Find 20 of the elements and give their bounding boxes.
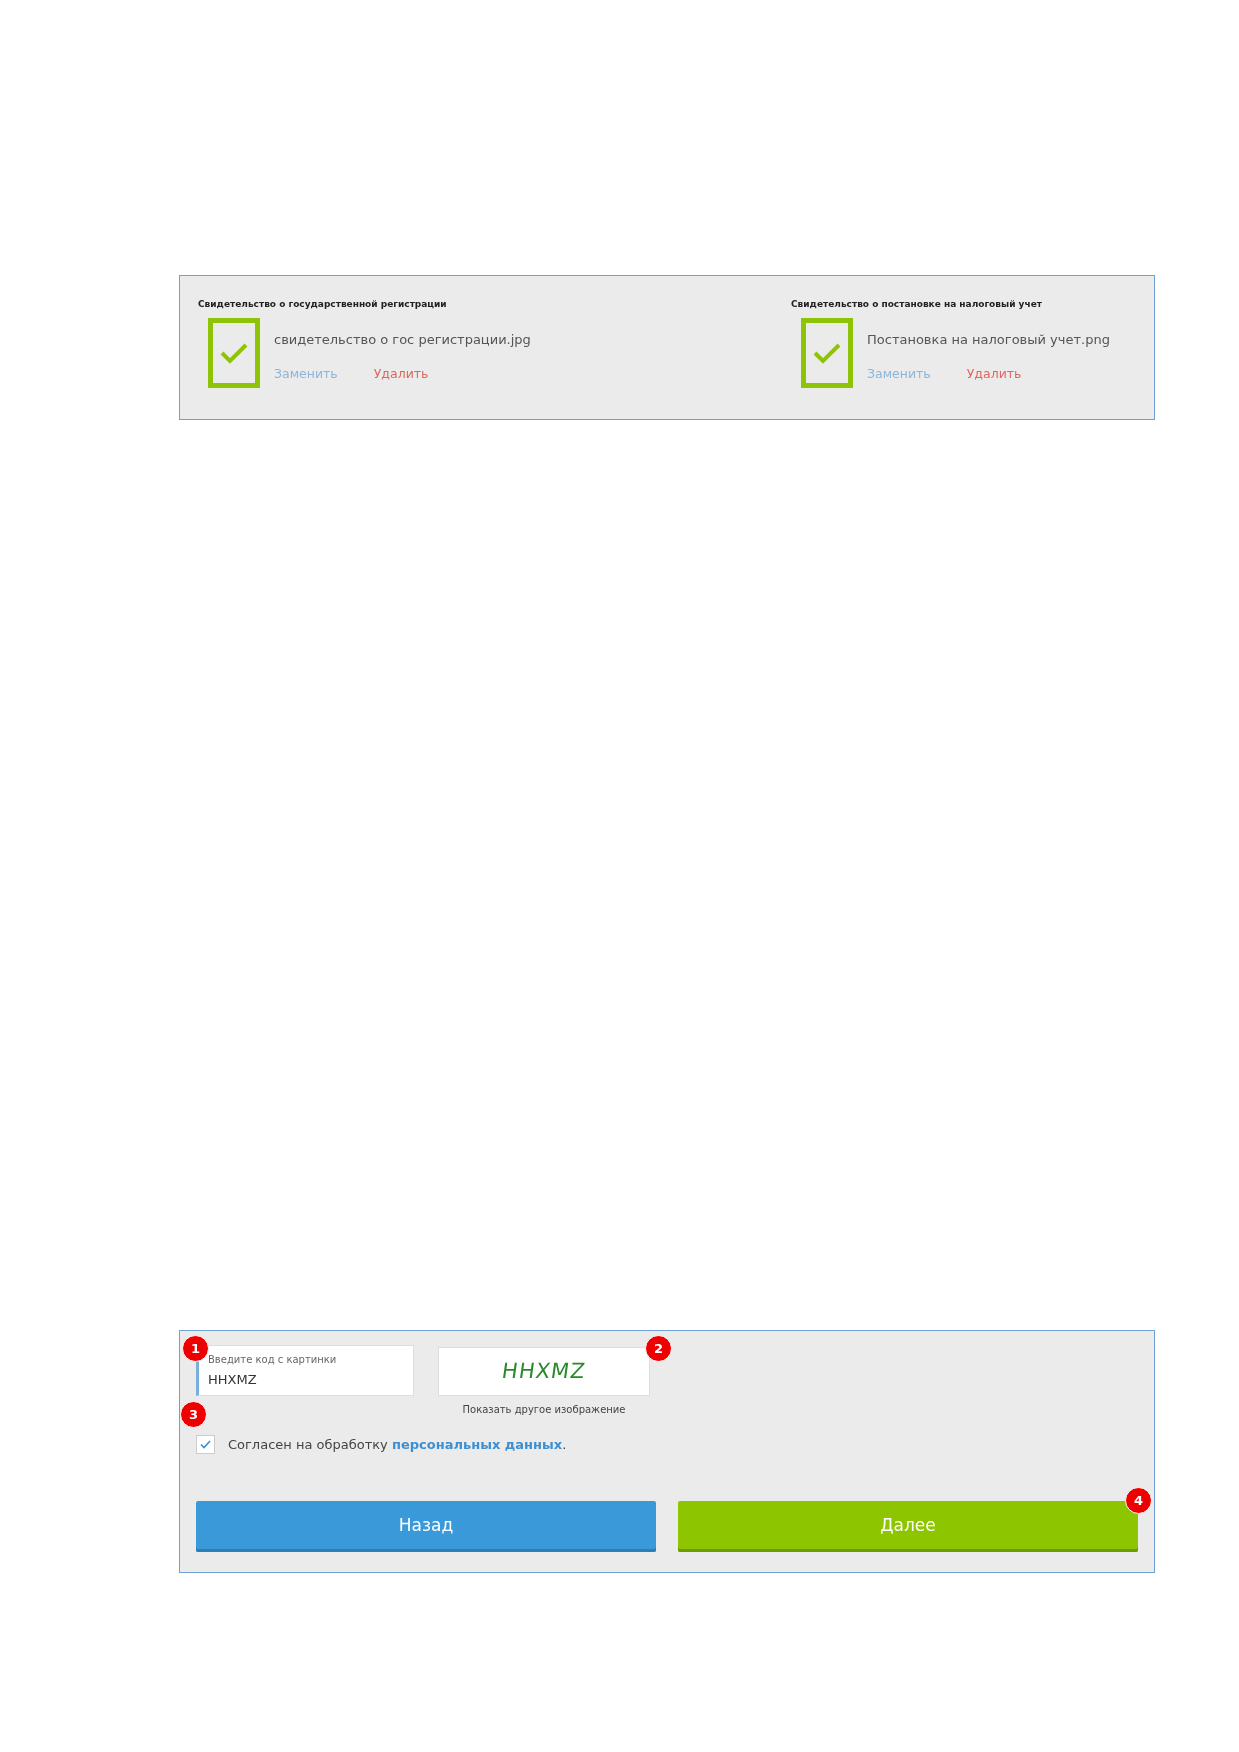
- delete-link[interactable]: Удалить: [373, 366, 429, 381]
- step-marker: 3: [180, 1401, 207, 1428]
- document-title: Свидетельство о государственной регистрации: [198, 298, 448, 311]
- check-icon: [200, 1440, 211, 1450]
- step-marker: 4: [1125, 1487, 1152, 1514]
- document-title: Свидетельство о постановке на налоговый учет: [791, 298, 1043, 311]
- consent-text: Согласен на обработку персональных данных.: [228, 1436, 567, 1454]
- back-button[interactable]: Назад: [196, 1500, 656, 1552]
- consent-checkbox[interactable]: [196, 1435, 215, 1455]
- step-marker: 2: [645, 1335, 672, 1362]
- file-name: свидетельство о гос регистрации.jpg: [274, 330, 531, 349]
- captcha-input-field[interactable]: HHXMZ: [208, 1370, 404, 1390]
- replace-link[interactable]: Заменить: [274, 366, 338, 381]
- show-other-image-link[interactable]: Показать другое изображение: [438, 1402, 650, 1417]
- step-marker: 1: [182, 1335, 209, 1362]
- file-name: Постановка на налоговый учет.png: [867, 330, 1110, 349]
- field-label: Введите код с картинки: [208, 1353, 338, 1367]
- delete-link[interactable]: Удалить: [966, 366, 1022, 381]
- captcha-image: HHXMZ: [438, 1347, 650, 1396]
- replace-link[interactable]: Заменить: [867, 366, 931, 381]
